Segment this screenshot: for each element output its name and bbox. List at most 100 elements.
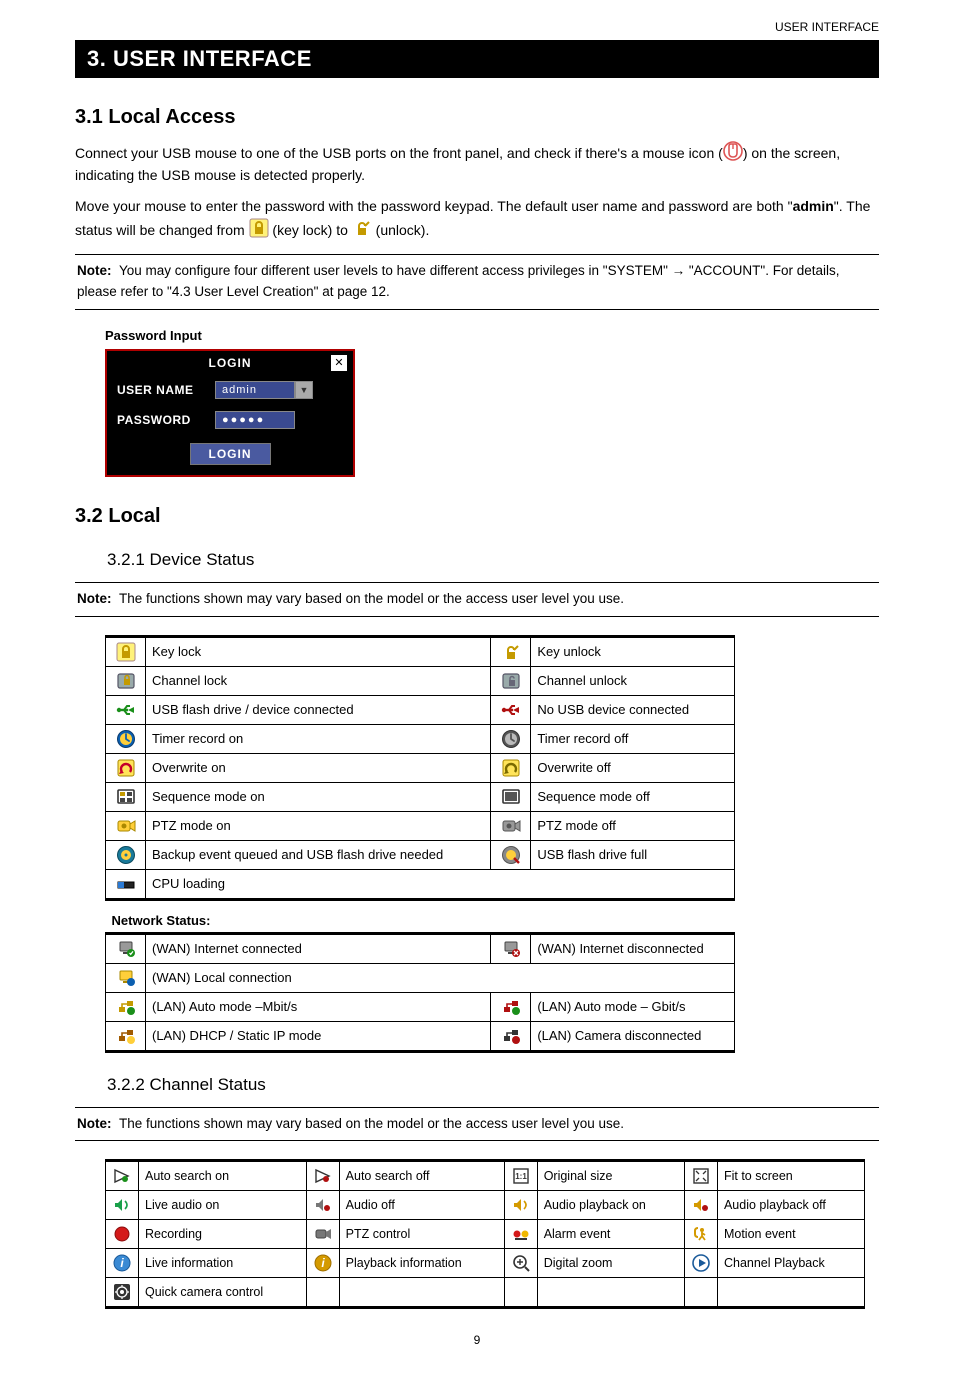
cell xyxy=(537,1278,684,1308)
login-title: LOGIN xyxy=(129,356,331,370)
audio-playback-off-icon xyxy=(684,1191,717,1220)
cell: USB flash drive / device connected xyxy=(146,695,491,724)
cell: Digital zoom xyxy=(537,1249,684,1278)
table-row: Quick camera control xyxy=(106,1278,865,1308)
subsection-3-2-1-title: 3.2.1 Device Status xyxy=(107,550,879,570)
cell: PTZ mode off xyxy=(531,811,735,840)
cell: Key unlock xyxy=(531,636,735,666)
cpu-loading-icon xyxy=(106,869,146,899)
sequence-off-icon xyxy=(491,782,531,811)
cell: Channel unlock xyxy=(531,666,735,695)
text: Move your mouse to enter the password wi… xyxy=(75,198,793,214)
table-row: PTZ mode on PTZ mode off xyxy=(106,811,735,840)
cell: (LAN) DHCP / Static IP mode xyxy=(146,1021,491,1051)
username-input[interactable]: admin xyxy=(215,381,295,399)
empty-cell xyxy=(504,1278,537,1308)
text: (unlock). xyxy=(372,222,430,238)
keylock-icon xyxy=(106,636,146,666)
playback-info-icon xyxy=(306,1249,339,1278)
cell: PTZ mode on xyxy=(146,811,491,840)
note-box-device-status: Note: The functions shown may vary based… xyxy=(75,582,879,617)
auto-search-on-icon xyxy=(106,1161,139,1191)
table-row: Sequence mode on Sequence mode off xyxy=(106,782,735,811)
backup-queued-icon xyxy=(106,840,146,869)
login-button[interactable]: LOGIN xyxy=(190,443,271,465)
admin-text: admin xyxy=(793,198,834,214)
cell: Recording xyxy=(139,1220,307,1249)
note-text: The functions shown may vary based on th… xyxy=(116,1116,625,1131)
table-row: Timer record on Timer record off xyxy=(106,724,735,753)
channel-status-table: Auto search on Auto search off Original … xyxy=(105,1159,865,1309)
text: (key lock) to xyxy=(269,222,352,238)
live-audio-on-icon xyxy=(106,1191,139,1220)
recording-icon xyxy=(106,1220,139,1249)
paragraph-usb-mouse: Connect your USB mouse to one of the USB… xyxy=(75,141,879,186)
keyunlock-icon xyxy=(491,636,531,666)
usb-full-icon xyxy=(491,840,531,869)
text: Connect your USB mouse to one of the USB… xyxy=(75,145,723,161)
keylock-icon xyxy=(249,218,269,238)
lan-dhcp-icon xyxy=(106,1021,146,1051)
auto-search-off-icon xyxy=(306,1161,339,1191)
cell: Backup event queued and USB flash drive … xyxy=(146,840,491,869)
cell: Channel lock xyxy=(146,666,491,695)
wan-connected-icon xyxy=(106,933,146,963)
section-3-1-title: 3.1 Local Access xyxy=(75,106,879,129)
alarm-event-icon xyxy=(504,1220,537,1249)
username-label: USER NAME xyxy=(117,383,207,397)
cell: Key lock xyxy=(146,636,491,666)
device-status-table: Key lock Key unlock Channel lock Channel… xyxy=(105,635,735,1053)
quick-camera-control-icon xyxy=(106,1278,139,1308)
table-row: Backup event queued and USB flash drive … xyxy=(106,840,735,869)
table-row: CPU loading xyxy=(106,869,735,899)
note-text: The functions shown may vary based on th… xyxy=(116,591,625,606)
table-row: (WAN) Internet connected (WAN) Internet … xyxy=(106,933,735,963)
cell: Overwrite on xyxy=(146,753,491,782)
username-dropdown-icon[interactable]: ▼ xyxy=(295,381,313,399)
note-label: Note: xyxy=(77,263,112,278)
cell: (LAN) Camera disconnected xyxy=(531,1021,735,1051)
password-input-heading: Password Input xyxy=(105,328,879,343)
channel-lock-icon xyxy=(106,666,146,695)
timer-off-icon xyxy=(491,724,531,753)
keyunlock-icon xyxy=(352,218,372,238)
original-size-icon xyxy=(504,1161,537,1191)
cell xyxy=(339,1278,504,1308)
cell: USB flash drive full xyxy=(531,840,735,869)
ptz-off-icon xyxy=(491,811,531,840)
cell: Quick camera control xyxy=(139,1278,307,1308)
cell: Original size xyxy=(537,1161,684,1191)
close-icon[interactable]: ✕ xyxy=(331,355,347,371)
timer-on-icon xyxy=(106,724,146,753)
username-row: USER NAME admin ▼ xyxy=(107,375,353,405)
usb-connected-icon xyxy=(106,695,146,724)
login-titlebar: LOGIN ✕ xyxy=(107,351,353,375)
empty-cell xyxy=(684,1278,717,1308)
chapter-title: 3. USER INTERFACE xyxy=(75,40,879,78)
section-3-2-title: 3.2 Local xyxy=(75,505,879,528)
lan-mbit-icon xyxy=(106,992,146,1021)
audio-playback-on-icon xyxy=(504,1191,537,1220)
table-row: Live information Playback information Di… xyxy=(106,1249,865,1278)
fit-to-screen-icon xyxy=(684,1161,717,1191)
cell: Fit to screen xyxy=(717,1161,864,1191)
table-row: (LAN) Auto mode –Mbit/s (LAN) Auto mode … xyxy=(106,992,735,1021)
cell: Sequence mode off xyxy=(531,782,735,811)
cell: Audio playback on xyxy=(537,1191,684,1220)
audio-off-icon xyxy=(306,1191,339,1220)
live-info-icon xyxy=(106,1249,139,1278)
cell: CPU loading xyxy=(146,869,735,899)
password-input[interactable]: ●●●●● xyxy=(215,411,295,429)
cell: Playback information xyxy=(339,1249,504,1278)
cell: (WAN) Local connection xyxy=(146,963,735,992)
cell xyxy=(717,1278,864,1308)
cell: Live information xyxy=(139,1249,307,1278)
table-row: (LAN) DHCP / Static IP mode (LAN) Camera… xyxy=(106,1021,735,1051)
cell: Audio playback off xyxy=(717,1191,864,1220)
cell: Alarm event xyxy=(537,1220,684,1249)
cell: (LAN) Auto mode – Gbit/s xyxy=(531,992,735,1021)
cell: Channel Playback xyxy=(717,1249,864,1278)
page-header-right: USER INTERFACE xyxy=(75,20,879,34)
note-text: You may configure four different user le… xyxy=(77,263,839,299)
login-dialog: LOGIN ✕ USER NAME admin ▼ PASSWORD ●●●●●… xyxy=(105,349,355,477)
